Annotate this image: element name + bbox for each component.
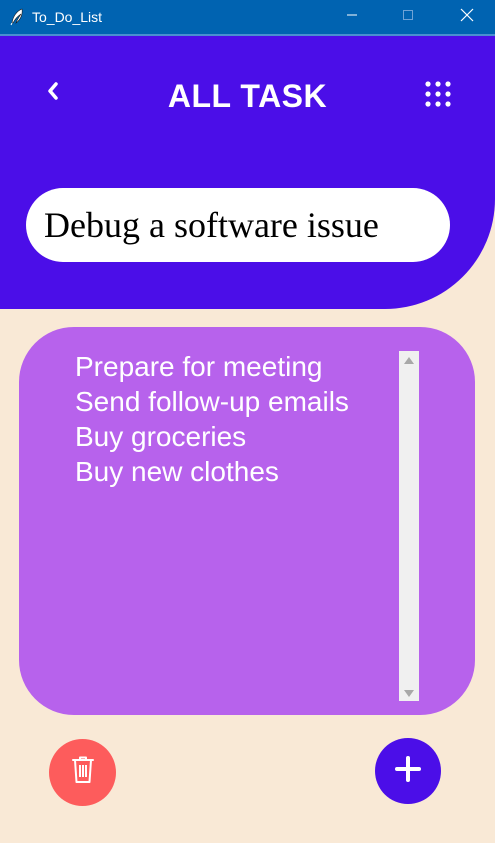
list-item[interactable]: Buy new clothes xyxy=(75,454,349,489)
list-item[interactable]: Buy groceries xyxy=(75,419,349,454)
minimize-button[interactable] xyxy=(329,0,375,34)
task-list[interactable]: Prepare for meeting Send follow-up email… xyxy=(75,349,349,489)
menu-button[interactable] xyxy=(418,78,458,114)
close-icon xyxy=(460,8,474,27)
add-task-button[interactable] xyxy=(375,738,441,804)
task-input[interactable]: Debug a software issue xyxy=(26,188,450,262)
task-list-panel: Prepare for meeting Send follow-up email… xyxy=(19,327,475,715)
maximize-icon xyxy=(402,8,414,26)
window-title: To_Do_List xyxy=(32,9,103,25)
header: ALL TASK xyxy=(0,36,495,309)
scroll-up-button[interactable] xyxy=(399,351,419,368)
scrollbar[interactable] xyxy=(399,351,419,701)
window-titlebar: To_Do_List xyxy=(0,0,495,36)
feather-icon xyxy=(9,8,25,26)
grid-dots-icon xyxy=(424,80,452,113)
trash-icon xyxy=(71,756,95,789)
list-item[interactable]: Prepare for meeting xyxy=(75,349,349,384)
scroll-down-button[interactable] xyxy=(399,684,419,701)
triangle-up-icon xyxy=(404,351,414,369)
plus-icon xyxy=(395,755,421,787)
delete-button[interactable] xyxy=(49,739,116,806)
minimize-icon xyxy=(346,8,358,26)
close-button[interactable] xyxy=(444,0,490,34)
list-item[interactable]: Send follow-up emails xyxy=(75,384,349,419)
maximize-button[interactable] xyxy=(385,0,431,34)
triangle-down-icon xyxy=(404,684,414,702)
